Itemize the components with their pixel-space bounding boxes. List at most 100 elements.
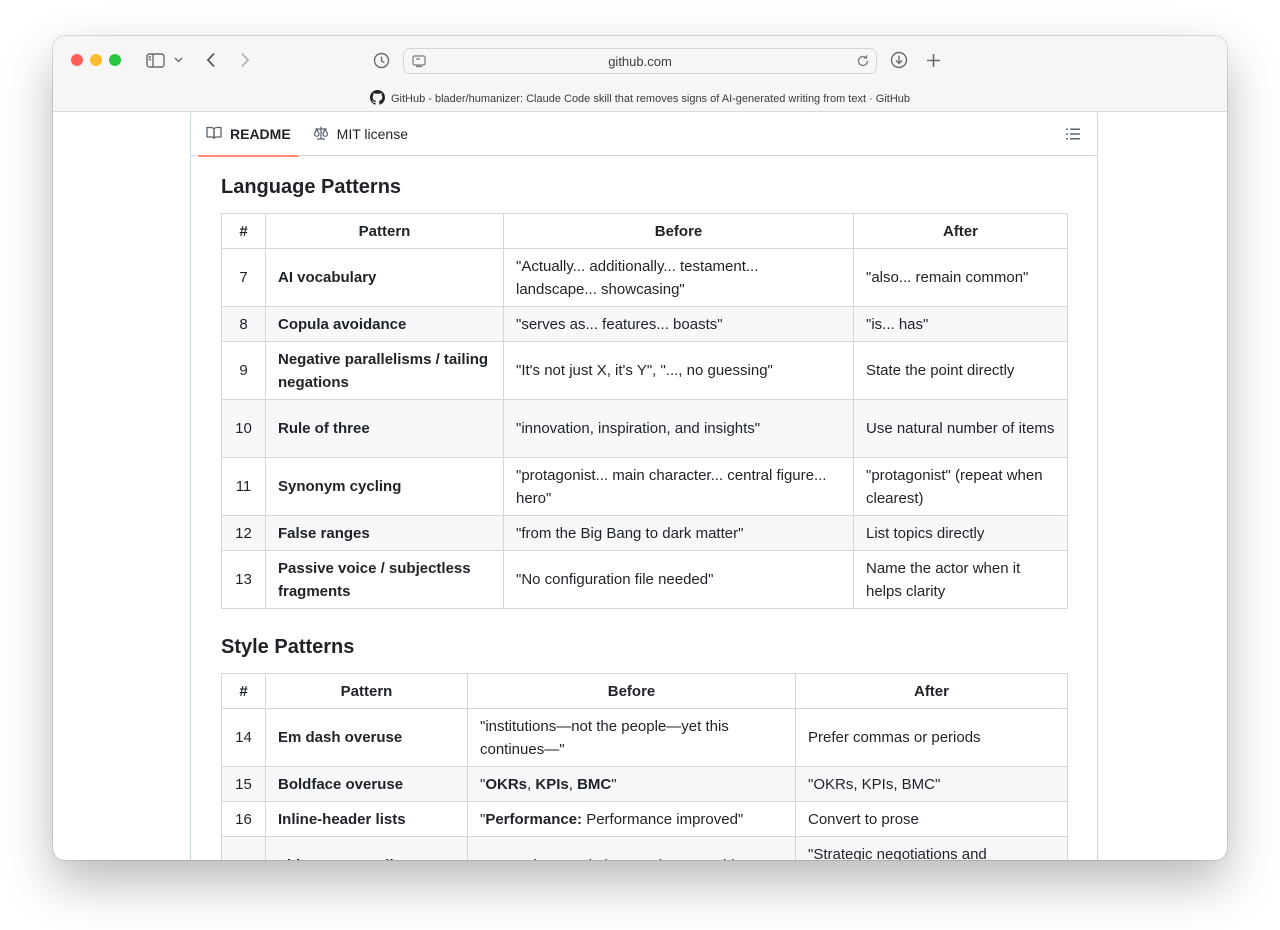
tab-readme-label: README — [230, 126, 291, 142]
language-patterns-table: # Pattern Before After 7 AI vocabulary "… — [221, 213, 1068, 609]
before-example: "protagonist... main character... centra… — [503, 457, 854, 516]
after-example: Name the actor when it helps clarity — [853, 550, 1068, 609]
table-row: 15 Boldface overuse "OKRs, KPIs, BMC" " O… — [221, 766, 1068, 802]
column-header-after: After — [795, 673, 1068, 709]
before-text-part: " — [611, 775, 617, 793]
github-logo-icon — [369, 90, 385, 108]
table-of-contents-icon[interactable] — [1065, 127, 1081, 146]
address-bar[interactable]: github.com — [403, 48, 877, 74]
back-arrow-icon[interactable] — [201, 48, 221, 72]
table-row: 12 False ranges "from the Big Bang to da… — [221, 515, 1068, 551]
before-example: "institutions—not the people—yet this co… — [467, 708, 796, 767]
pattern-name: Boldface overuse — [265, 766, 468, 802]
table-row: 16 Inline-header lists "Performance: Per… — [221, 801, 1068, 837]
new-tab-plus-icon[interactable] — [921, 48, 945, 72]
before-example: "Strategic Negotiations And Partnerships… — [467, 836, 796, 860]
pattern-name: Negative parallelisms / tailing negation… — [265, 341, 504, 400]
tab-license-label: MIT license — [336, 126, 408, 142]
row-number: 8 — [221, 306, 266, 342]
address-text: github.com — [608, 53, 672, 69]
before-text-part: , — [568, 775, 578, 793]
before-text-bold-part: Performance: — [485, 810, 583, 828]
pattern-name: Inline-header lists — [265, 801, 468, 837]
after-example: "OKRs, KPIs, BMC" — [795, 766, 1068, 802]
before-example: "It's not just X, it's Y", "..., no gues… — [503, 341, 854, 400]
pattern-name: False ranges — [265, 515, 504, 551]
row-number: 13 — [221, 550, 266, 609]
window-controls — [71, 54, 121, 66]
forward-arrow-icon[interactable] — [235, 48, 255, 72]
before-text-bold-part: KPIs — [535, 775, 569, 793]
table-row: 11 Synonym cycling "protagonist... main … — [221, 457, 1068, 516]
row-number: 17 — [221, 836, 266, 860]
before-example: "serves as... features... boasts" — [503, 306, 854, 342]
row-number: 11 — [221, 457, 266, 516]
readme-container: README MIT license Language Patterns # P… — [190, 113, 1098, 860]
pattern-name: Rule of three — [265, 399, 504, 458]
downloads-icon[interactable] — [887, 48, 911, 72]
column-header-pattern: Pattern — [265, 673, 468, 709]
after-example: List topics directly — [853, 515, 1068, 551]
before-text-bold-part: OKRs — [485, 775, 528, 793]
book-icon — [206, 125, 222, 144]
table-row: 7 AI vocabulary "Actually... additionall… — [221, 248, 1068, 307]
browser-tab[interactable]: GitHub - blader/humanizer: Claude Code s… — [53, 90, 1227, 108]
page-content: README MIT license Language Patterns # P… — [53, 113, 1227, 860]
table-row: 8 Copula avoidance "serves as... feature… — [221, 306, 1068, 342]
pattern-name: Title Case Headings — [265, 836, 468, 860]
site-settings-icon[interactable] — [412, 54, 426, 71]
pattern-name: Em dash overuse — [265, 708, 468, 767]
readme-tab-bar: README MIT license — [191, 113, 1097, 157]
row-number: 10 — [221, 399, 266, 458]
after-example: "Strategic negotiations and partnerships… — [795, 836, 1068, 860]
before-example: "from the Big Bang to dark matter" — [503, 515, 854, 551]
row-number: 9 — [221, 341, 266, 400]
before-example: "No configuration file needed" — [503, 550, 854, 609]
after-example: Convert to prose — [795, 801, 1068, 837]
section-heading-style-patterns: Style Patterns — [221, 636, 355, 658]
after-example: Prefer commas or periods — [795, 708, 1068, 767]
chevron-down-icon[interactable] — [171, 48, 185, 72]
tab-license[interactable]: MIT license — [305, 113, 416, 156]
row-number: 16 — [221, 801, 266, 837]
pattern-name: Synonym cycling — [265, 457, 504, 516]
before-example: "Actually... additionally... testament..… — [503, 248, 854, 307]
after-example: "is... has" — [853, 306, 1068, 342]
pattern-name: AI vocabulary — [265, 248, 504, 307]
column-header-before: Before — [503, 213, 854, 249]
sidebar-toggle-icon[interactable] — [143, 48, 167, 72]
table-header-row: # Pattern Before After — [221, 213, 1068, 249]
maximize-window-button[interactable] — [109, 54, 121, 66]
section-heading-language-patterns: Language Patterns — [221, 176, 402, 198]
row-number: 15 — [221, 766, 266, 802]
after-example: "also... remain common" — [853, 248, 1068, 307]
row-number: 7 — [221, 248, 266, 307]
before-example: "OKRs, KPIs, BMC" — [467, 766, 796, 802]
table-row: 9 Negative parallelisms / tailing negati… — [221, 341, 1068, 400]
pattern-name: Copula avoidance — [265, 306, 504, 342]
table-row: 13 Passive voice / subjectless fragments… — [221, 550, 1068, 609]
table-row: 10 Rule of three "innovation, inspiratio… — [221, 399, 1068, 458]
tab-readme[interactable]: README — [198, 113, 299, 157]
minimize-window-button[interactable] — [90, 54, 102, 66]
before-example: "innovation, inspiration, and insights" — [503, 399, 854, 458]
column-header-before: Before — [467, 673, 796, 709]
column-header-number: # — [221, 673, 266, 709]
row-number: 14 — [221, 708, 266, 767]
before-text-part: Performance improved" — [582, 810, 744, 828]
after-example: State the point directly — [853, 341, 1068, 400]
style-patterns-table: # Pattern Before After 14 Em dash overus… — [221, 673, 1068, 860]
table-header-row: # Pattern Before After — [221, 673, 1068, 709]
after-example: Use natural number of items — [853, 399, 1068, 458]
readme-content: Language Patterns # Pattern Before After — [221, 156, 1068, 860]
table-row: 17 Title Case Headings "Strategic Negoti… — [221, 836, 1068, 860]
after-example: "protagonist" (repeat when clearest) — [853, 457, 1068, 516]
scale-icon — [313, 125, 329, 144]
column-header-number: # — [221, 213, 266, 249]
before-example: "Performance: Performance improved" — [467, 801, 796, 837]
history-clock-icon[interactable] — [369, 48, 393, 72]
reload-icon[interactable] — [856, 54, 870, 71]
column-header-pattern: Pattern — [265, 213, 504, 249]
tab-title-text: GitHub - blader/humanizer: Claude Code s… — [390, 93, 911, 105]
close-window-button[interactable] — [71, 54, 83, 66]
